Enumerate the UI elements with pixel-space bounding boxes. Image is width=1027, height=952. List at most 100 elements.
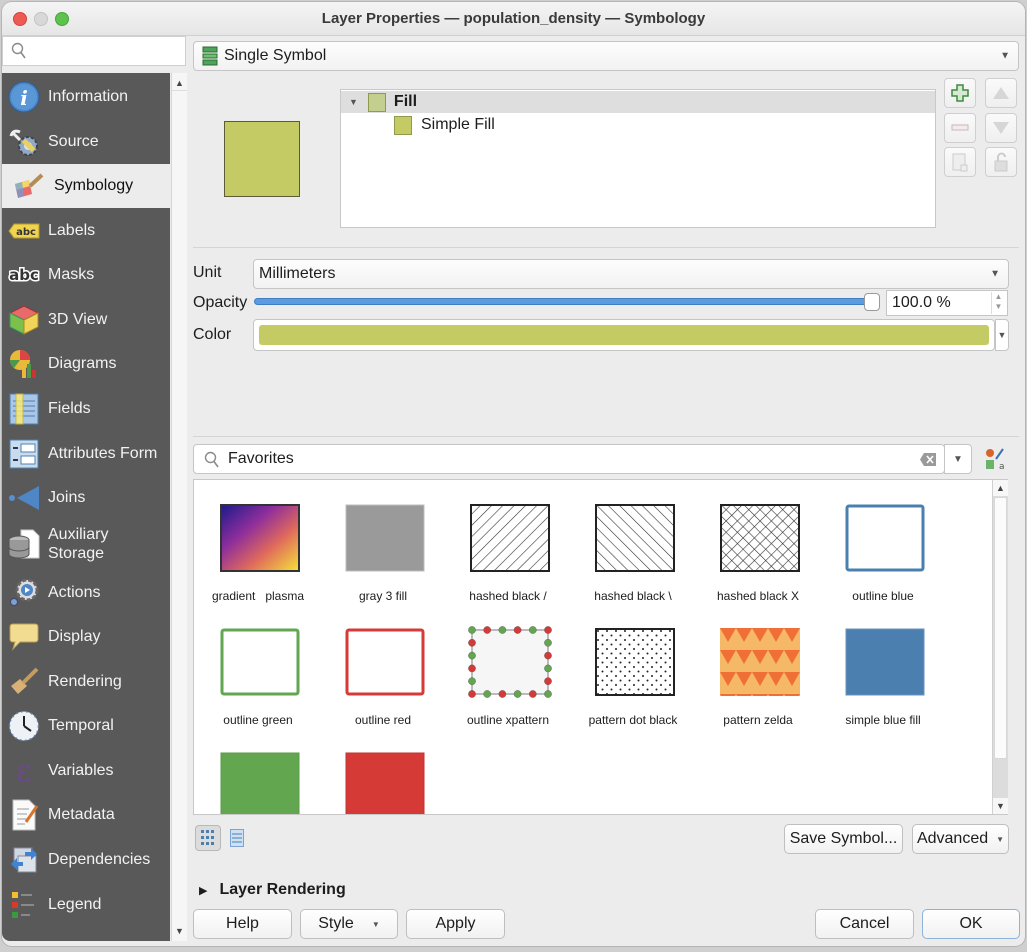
ok-button[interactable]: OK bbox=[922, 909, 1020, 939]
fields-table-icon bbox=[6, 391, 42, 427]
sidebar-item-label: Diagrams bbox=[48, 355, 117, 372]
opacity-slider-track[interactable] bbox=[254, 298, 876, 305]
apply-button[interactable]: Apply bbox=[406, 909, 505, 939]
sidebar-item-joins[interactable]: Joins bbox=[2, 476, 170, 520]
symbol-item[interactable]: simple blue fill bbox=[823, 604, 943, 727]
symbol-name: pattern zelda bbox=[723, 713, 793, 727]
chevron-down-icon: ▼ bbox=[953, 453, 963, 465]
layer-rendering-section-toggle[interactable]: ▶ Layer Rendering bbox=[199, 881, 346, 899]
gallery-scrollbar[interactable]: ▲ ▼ bbox=[992, 480, 1008, 814]
sidebar-item-label: Source bbox=[48, 133, 99, 150]
sidebar-item-attributes-form[interactable]: Attributes Form bbox=[2, 432, 170, 476]
sidebar-item-labels[interactable]: abc Labels bbox=[2, 209, 170, 253]
scrollbar-thumb[interactable] bbox=[994, 497, 1007, 759]
symbol-item[interactable]: outline xpattern bbox=[448, 604, 568, 727]
sidebar-item-diagrams[interactable]: Diagrams bbox=[2, 342, 170, 386]
tree-row-fill[interactable]: ▼ Fill bbox=[341, 91, 935, 113]
symbol-item[interactable]: hashed black X bbox=[698, 480, 818, 603]
minus-icon bbox=[951, 124, 969, 131]
sidebar-item-variables[interactable]: ε Variables bbox=[2, 749, 170, 793]
masks-abc-icon: abc bbox=[6, 257, 42, 293]
sidebar-item-label: Fields bbox=[48, 400, 91, 417]
sidebar-item-information[interactable]: i Information bbox=[2, 75, 170, 119]
sidebar-item-legend[interactable]: Legend bbox=[2, 883, 170, 927]
sidebar-scrollbar[interactable]: ▲ ▼ bbox=[171, 73, 187, 941]
save-symbol-button[interactable]: Save Symbol... bbox=[784, 824, 903, 854]
sidebar-item-dependencies[interactable]: Dependencies bbox=[2, 838, 170, 882]
auxiliary-storage-icon bbox=[6, 526, 42, 562]
sidebar-search-input[interactable] bbox=[2, 36, 186, 66]
symbol-item[interactable]: hashed black \ bbox=[573, 480, 693, 603]
sidebar-item-label: Attributes Form bbox=[48, 445, 158, 462]
help-button[interactable]: Help bbox=[193, 909, 292, 939]
color-menu-button[interactable]: ▼ bbox=[995, 319, 1009, 351]
remove-symbol-layer-button[interactable] bbox=[944, 113, 976, 143]
library-group-dropdown[interactable]: ▼ bbox=[944, 444, 972, 474]
clear-text-icon[interactable] bbox=[920, 453, 936, 466]
list-view-toggle[interactable] bbox=[224, 825, 250, 851]
symbol-thumbnail bbox=[595, 504, 675, 572]
color-label: Color bbox=[193, 326, 232, 343]
symbol-item[interactable] bbox=[198, 728, 318, 814]
opacity-spinbox[interactable]: 100.0 % ▲ ▼ bbox=[886, 290, 1008, 316]
sidebar-item-symbology[interactable]: Symbology bbox=[2, 164, 170, 208]
sidebar-item-actions[interactable]: Actions bbox=[2, 571, 170, 615]
symbol-item[interactable]: hashed black / bbox=[448, 480, 568, 603]
symbol-item[interactable]: gray 3 fill bbox=[323, 480, 443, 603]
symbol-thumbnail bbox=[595, 628, 675, 696]
sidebar-item-metadata[interactable]: Metadata bbox=[2, 793, 170, 837]
search-icon bbox=[11, 42, 26, 59]
lock-layer-button[interactable] bbox=[985, 147, 1017, 177]
cancel-button[interactable]: Cancel bbox=[815, 909, 914, 939]
style-menu-button[interactable]: Style ▼ bbox=[300, 909, 398, 939]
sidebar-item-display[interactable]: Display bbox=[2, 615, 170, 659]
sidebar-item-masks[interactable]: abc Masks bbox=[2, 253, 170, 297]
unit-value: Millimeters bbox=[259, 265, 336, 282]
sidebar-item-auxiliary-storage[interactable]: Auxiliary Storage bbox=[2, 521, 170, 567]
symbol-item[interactable]: pattern zelda bbox=[698, 604, 818, 727]
style-manager-icon[interactable]: a bbox=[983, 447, 1005, 471]
list-view-icon bbox=[230, 829, 244, 847]
symbol-item[interactable]: outline blue bbox=[823, 480, 943, 603]
symbol-thumbnail bbox=[345, 752, 425, 814]
sidebar-item-temporal[interactable]: Temporal bbox=[2, 704, 170, 748]
sidebar-item-fields[interactable]: Fields bbox=[2, 387, 170, 431]
sidebar-item-rendering[interactable]: Rendering bbox=[2, 660, 170, 704]
information-icon: i bbox=[6, 79, 42, 115]
spin-arrows-icon[interactable]: ▲ ▼ bbox=[991, 292, 1005, 314]
opacity-slider-handle[interactable] bbox=[864, 293, 880, 311]
symbol-name: outline xpattern bbox=[466, 713, 550, 727]
scroll-down-arrow-icon[interactable]: ▼ bbox=[172, 923, 187, 939]
renderer-type-select[interactable]: Single Symbol ▼ bbox=[193, 41, 1019, 71]
advanced-menu-button[interactable]: Advanced ▼ bbox=[912, 824, 1009, 854]
duplicate-layer-button[interactable] bbox=[944, 147, 976, 177]
symbol-item[interactable]: pattern dot black bbox=[573, 604, 693, 727]
chevron-down-icon: ▼ bbox=[990, 268, 1000, 280]
symbol-item[interactable] bbox=[323, 728, 443, 814]
scroll-up-arrow-icon[interactable]: ▲ bbox=[172, 75, 187, 91]
tree-row-simple-fill[interactable]: Simple Fill bbox=[341, 114, 935, 136]
symbol-item[interactable]: outline green bbox=[198, 604, 318, 727]
move-layer-up-button[interactable] bbox=[985, 78, 1017, 108]
symbol-thumbnail bbox=[468, 626, 552, 698]
rendering-brush-icon bbox=[6, 664, 42, 700]
add-symbol-layer-button[interactable] bbox=[944, 78, 976, 108]
icon-view-toggle[interactable] bbox=[195, 825, 221, 851]
scroll-down-arrow-icon[interactable]: ▼ bbox=[993, 798, 1008, 814]
symbol-library-search-input[interactable]: Favorites bbox=[193, 444, 945, 474]
collapse-triangle-icon[interactable]: ▼ bbox=[349, 97, 358, 107]
unit-select[interactable]: Millimeters ▼ bbox=[253, 259, 1009, 289]
symbol-item[interactable]: gradient plasma bbox=[198, 480, 318, 603]
symbol-name: outline green bbox=[223, 713, 293, 727]
triangle-down-icon bbox=[993, 122, 1009, 134]
triangle-up-icon bbox=[993, 87, 1009, 99]
color-picker-button[interactable] bbox=[253, 319, 995, 351]
sidebar-item-source[interactable]: Source bbox=[2, 120, 170, 164]
scroll-up-arrow-icon[interactable]: ▲ bbox=[993, 480, 1008, 496]
sidebar-nav: i Information Source Symbology abc Label… bbox=[2, 73, 170, 941]
move-layer-down-button[interactable] bbox=[985, 113, 1017, 143]
symbol-item[interactable]: outline red bbox=[323, 604, 443, 727]
sidebar-item-label: Information bbox=[48, 88, 129, 105]
sidebar-item-3d-view[interactable]: 3D View bbox=[2, 298, 170, 342]
sidebar-item-label: Rendering bbox=[48, 673, 122, 690]
